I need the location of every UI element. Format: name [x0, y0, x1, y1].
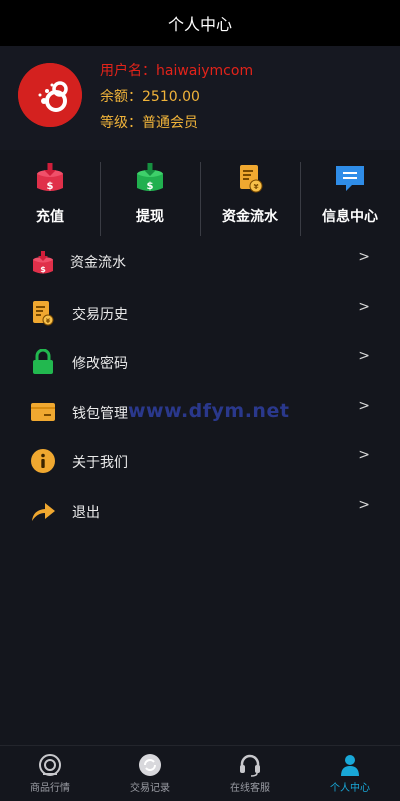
headset-icon — [240, 754, 260, 777]
fund-flow-icon: $ — [33, 251, 53, 274]
menu-label-wallet: 钱包管理 — [72, 405, 128, 422]
deposit-label: 充值 — [36, 209, 64, 225]
menu-label-change-password: 修改密码 — [72, 356, 128, 372]
chevron-right-icon: > — [358, 447, 370, 463]
menu-item-change-password[interactable]: 修改密码 > — [0, 339, 400, 389]
menu-label-trade-history: 交易历史 — [72, 306, 128, 323]
wallet-icon — [31, 402, 55, 421]
menu-item-logout[interactable]: 退出 > — [0, 488, 400, 538]
watermark: www.dfym.net — [128, 400, 290, 422]
menu-item-about[interactable]: 关于我们 > — [0, 438, 400, 488]
tab-support[interactable]: 在线客服 — [200, 746, 300, 801]
menu-label-about: 关于我们 — [72, 455, 128, 471]
tab-market[interactable]: 商品行情 — [0, 746, 100, 801]
withdraw-icon: $ — [137, 163, 163, 192]
chevron-right-icon: > — [358, 348, 370, 364]
chevron-right-icon: > — [358, 397, 370, 414]
svg-text:$: $ — [40, 265, 46, 274]
svg-text:$: $ — [47, 181, 54, 192]
fund-flow-button[interactable]: ¥ 资金流水 — [200, 160, 300, 236]
tab-label-records: 交易记录 — [130, 783, 170, 794]
chevron-right-icon: > — [358, 249, 370, 265]
menu-item-trade-history[interactable]: ¥ 交易历史 > — [0, 290, 400, 340]
tab-profile[interactable]: 个人中心 — [300, 746, 400, 801]
svg-text:$: $ — [147, 181, 154, 192]
fund-flow-label: 资金流水 — [222, 209, 278, 225]
menu-item-fund-flow[interactable]: $ 资金流水 > — [0, 240, 400, 290]
menu-label-fund-flow: 资金流水 — [70, 255, 126, 271]
market-icon — [39, 754, 61, 776]
bottom-tab-bar: 商品行情 交易记录 在线客服 个人中心 — [0, 745, 400, 801]
message-center-label: 信息中心 — [322, 209, 378, 225]
level-text: 等级：普通会员 — [100, 115, 198, 131]
quick-actions: $ 充值 $ 提现 ¥ 资金流水 信息中心 — [0, 160, 400, 236]
profile-card: 用户名：haiwaiymcom 余额：2510.00 等级：普通会员 — [0, 46, 400, 150]
fund-flow-icon: ¥ — [240, 165, 263, 193]
tab-label-profile: 个人中心 — [330, 783, 370, 794]
withdraw-button[interactable]: $ 提现 — [100, 160, 200, 236]
deposit-button[interactable]: $ 充值 — [0, 160, 100, 236]
message-center-button[interactable]: 信息中心 — [300, 160, 400, 236]
deposit-icon: $ — [37, 163, 63, 192]
top-bar: 个人中心 — [0, 0, 400, 46]
info-icon — [31, 449, 55, 473]
share-icon — [32, 502, 55, 521]
user-icon — [341, 755, 359, 776]
avatar[interactable] — [18, 63, 82, 127]
withdraw-label: 提现 — [136, 209, 164, 225]
username-text: 用户名：haiwaiymcom — [100, 63, 254, 79]
menu-label-logout: 退出 — [72, 504, 100, 521]
message-icon — [336, 166, 364, 191]
menu-list: $ 资金流水 > ¥ 交易历史 > 修改密码 > 钱包管理 > 关于我们 > 退… — [0, 240, 400, 537]
svg-text:¥: ¥ — [254, 183, 259, 191]
records-icon — [139, 754, 161, 776]
tab-label-support: 在线客服 — [230, 783, 270, 794]
page-title: 个人中心 — [167, 15, 232, 34]
lock-icon — [33, 349, 53, 374]
balance-text: 余额：2510.00 — [100, 89, 200, 105]
tab-label-market: 商品行情 — [30, 783, 70, 794]
chevron-right-icon: > — [358, 298, 370, 315]
tab-records[interactable]: 交易记录 — [100, 746, 200, 801]
history-icon: ¥ — [33, 300, 54, 325]
chevron-right-icon: > — [358, 496, 370, 513]
